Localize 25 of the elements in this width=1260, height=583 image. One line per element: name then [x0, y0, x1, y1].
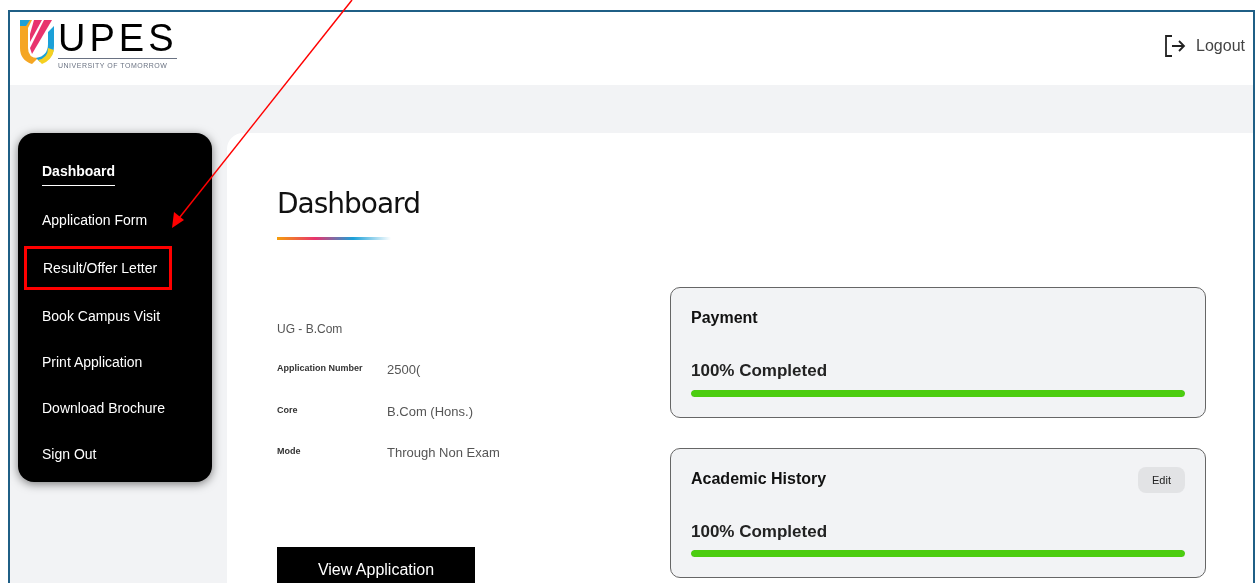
sidebar-item[interactable]: Application Form [42, 211, 148, 229]
sidebar-item[interactable]: Print Application [42, 353, 143, 371]
logout-button[interactable]: Logout [1164, 34, 1245, 58]
detail-label: Application Number [277, 362, 364, 375]
card-title: Academic History [691, 468, 827, 489]
sidebar-item[interactable]: Book Campus Visit [42, 307, 160, 325]
sidebar-item[interactable]: Download Brochure [42, 399, 165, 417]
detail-label: Core [277, 403, 299, 417]
shield-logo-icon [18, 18, 56, 64]
edit-button[interactable]: Edit [1138, 466, 1185, 493]
progress-status: 100% Completed [691, 360, 829, 382]
logo-wordmark: UPES [58, 20, 178, 56]
detail-value: B.Com (Hons.) [387, 402, 473, 421]
detail-value: Through Non Exam [387, 444, 500, 462]
progress-status: 100% Completed [691, 520, 829, 543]
detail-value: 2500( [387, 361, 421, 379]
program-label: UG - B.Com [277, 321, 344, 338]
sidebar-item[interactable]: Result/Offer Letter [43, 259, 158, 277]
sidebar-item[interactable]: Dashboard [42, 162, 116, 186]
detail-label: Mode [277, 445, 302, 458]
logout-icon [1164, 34, 1187, 58]
view-application-button[interactable]: View Application [277, 546, 475, 583]
sidebar-item[interactable]: Sign Out [42, 445, 97, 463]
page-title: Dashboard [277, 186, 420, 222]
card-title: Payment [691, 308, 758, 328]
